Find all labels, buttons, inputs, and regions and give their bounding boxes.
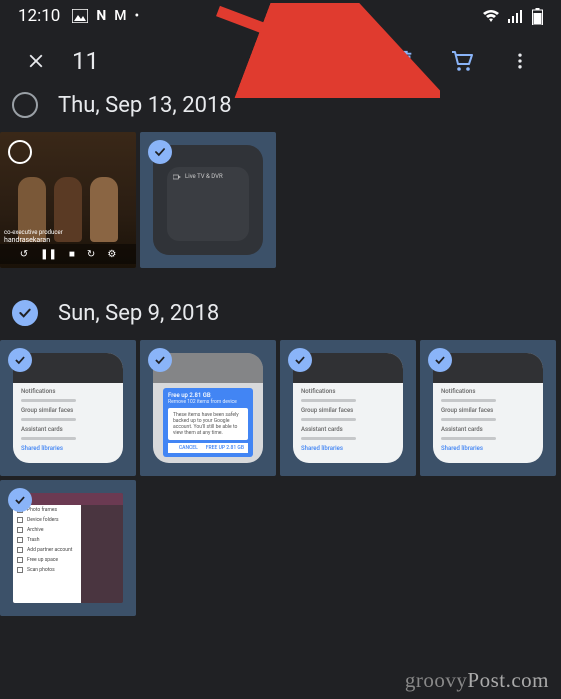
status-left: 12:10 N M • — [18, 6, 139, 26]
thumb-checkbox-checked[interactable] — [148, 348, 172, 372]
video-credit: co-executive producer handrasekaran — [4, 229, 63, 244]
thumb-checkbox-checked[interactable] — [288, 348, 312, 372]
close-button[interactable] — [12, 37, 60, 85]
thumb-checkbox-checked[interactable] — [428, 348, 452, 372]
photo-thumb[interactable]: Notifications Group similar faces Assist… — [420, 340, 556, 476]
selection-action-bar: 11 — [0, 32, 561, 90]
rewind-icon[interactable]: ↺ — [20, 249, 28, 260]
live-tv-label: Live TV & DVR — [185, 173, 223, 180]
photo-thumb-video[interactable]: co-executive producer handrasekaran ↺ ❚❚… — [0, 132, 136, 268]
video-controls: ↺ ❚❚ ■ ↻ ⚙ — [0, 244, 136, 264]
date-section-header[interactable]: Thu, Sep 13, 2018 — [0, 90, 561, 132]
cart-button[interactable] — [433, 37, 491, 85]
photo-thumb[interactable]: Free up 2.81 GB Remove 102 items from de… — [140, 340, 276, 476]
status-bar: 12:10 N M • — [0, 0, 561, 32]
netflix-icon: N — [96, 8, 106, 24]
section-checkbox-checked[interactable] — [12, 300, 38, 326]
photo-grid: Thu, Sep 13, 2018 co-executive producer … — [0, 90, 561, 638]
section-date: Sun, Sep 9, 2018 — [58, 301, 219, 326]
thumb-checkbox-checked[interactable] — [8, 488, 32, 512]
section-checkbox-unchecked[interactable] — [12, 92, 38, 118]
thumb-checkbox-open[interactable] — [8, 140, 32, 164]
thumb-checkbox-checked[interactable] — [8, 348, 32, 372]
dot-icon: • — [134, 8, 139, 24]
more-button[interactable] — [491, 37, 549, 85]
replay-icon[interactable]: ↻ — [87, 249, 95, 260]
add-button[interactable] — [317, 37, 375, 85]
photo-thumb[interactable]: Notifications Group similar faces Assist… — [280, 340, 416, 476]
delete-button[interactable] — [375, 37, 433, 85]
date-section-header[interactable]: Sun, Sep 9, 2018 — [0, 290, 561, 340]
pause-icon[interactable]: ❚❚ — [40, 249, 57, 260]
thumb-checkbox-checked[interactable] — [148, 140, 172, 164]
image-icon — [72, 9, 88, 23]
share-button[interactable] — [259, 37, 317, 85]
status-right — [482, 8, 543, 25]
gmail-icon: M — [114, 8, 126, 24]
watermark: groovyPost.com — [405, 668, 549, 693]
status-time: 12:10 — [18, 6, 60, 26]
selection-count: 11 — [72, 47, 99, 75]
photo-thumb[interactable]: Photo frames Device folders Archive Tras… — [0, 480, 136, 616]
wifi-icon — [482, 9, 500, 23]
thumbs-row: Notifications Group similar faces Assist… — [0, 340, 561, 638]
battery-icon — [532, 8, 543, 25]
thumbs-row: co-executive producer handrasekaran ↺ ❚❚… — [0, 132, 561, 290]
stop-icon[interactable]: ■ — [69, 249, 75, 260]
signal-icon — [508, 9, 524, 23]
photo-thumb[interactable]: Live TV & DVR — [140, 132, 276, 268]
photo-thumb[interactable]: Notifications Group similar faces Assist… — [0, 340, 136, 476]
settings-icon[interactable]: ⚙ — [107, 249, 116, 260]
section-date: Thu, Sep 13, 2018 — [58, 93, 232, 118]
